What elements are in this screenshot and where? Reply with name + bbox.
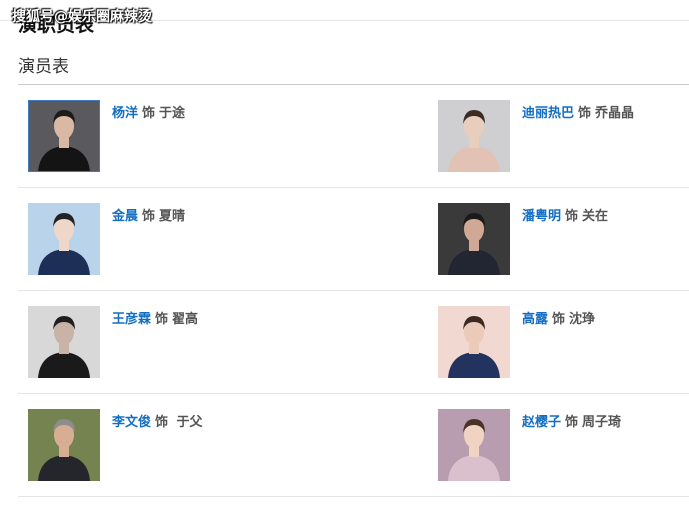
as-label: 饰 [578, 106, 592, 121]
cast-info: 金晨饰夏晴 [112, 205, 185, 275]
as-label: 饰 [142, 209, 156, 224]
cast-info: 迪丽热巴饰乔晶晶 [522, 102, 634, 172]
portrait-image [438, 100, 510, 172]
actor-photo[interactable] [28, 409, 100, 481]
as-label: 饰 [155, 415, 169, 430]
actor-photo[interactable] [438, 100, 510, 172]
portrait-image [28, 409, 100, 481]
portrait-image [28, 306, 100, 378]
role-name: 于途 [159, 106, 186, 121]
cast-item: 高露饰沈琤 [438, 306, 595, 378]
actor-name-link[interactable]: 迪丽热巴 [522, 106, 574, 121]
cast-row: 李文俊饰 于父 赵樱子饰周子琦 [18, 394, 689, 497]
actor-photo[interactable] [438, 306, 510, 378]
role-name: 关在 [582, 209, 609, 224]
actor-name-link[interactable]: 高露 [522, 312, 548, 327]
actor-photo[interactable] [28, 100, 100, 172]
cast-info: 李文俊饰 于父 [112, 411, 203, 481]
cast-row: 王彦霖饰翟高 高露饰沈琤 [18, 291, 689, 394]
cast-item: 赵樱子饰周子琦 [438, 409, 621, 481]
section-title: 演员表 [18, 57, 69, 77]
cast-item: 金晨饰夏晴 [28, 203, 185, 275]
cast-item: 迪丽热巴饰乔晶晶 [438, 100, 634, 172]
as-label: 饰 [155, 312, 169, 327]
as-label: 饰 [142, 106, 156, 121]
role-name: 于父 [172, 415, 203, 430]
cast-row: 杨洋饰于途 迪丽热巴饰乔晶晶 [18, 85, 689, 188]
role-name: 乔晶晶 [595, 106, 635, 121]
actor-photo[interactable] [438, 203, 510, 275]
cast-info: 杨洋饰于途 [112, 102, 185, 172]
actor-photo[interactable] [28, 306, 100, 378]
cast-item: 杨洋饰于途 [28, 100, 185, 172]
cast-item: 王彦霖饰翟高 [28, 306, 198, 378]
cast-info: 潘粤明饰关在 [522, 205, 608, 275]
role-name: 翟高 [172, 312, 199, 327]
cast-row: 金晨饰夏晴 潘粤明饰关在 [18, 188, 689, 291]
actor-name-link[interactable]: 潘粤明 [522, 209, 561, 224]
as-label: 饰 [552, 312, 566, 327]
watermark-text: 搜狐号@娱乐圈麻辣烫 [12, 9, 152, 25]
role-name: 夏晴 [159, 209, 186, 224]
portrait-image [28, 203, 100, 275]
cast-item: 潘粤明饰关在 [438, 203, 608, 275]
actor-name-link[interactable]: 杨洋 [112, 106, 138, 121]
portrait-image [438, 409, 510, 481]
cast-info: 王彦霖饰翟高 [112, 308, 198, 378]
portrait-image [438, 306, 510, 378]
as-label: 饰 [565, 209, 579, 224]
actor-name-link[interactable]: 金晨 [112, 209, 138, 224]
role-name: 沈琤 [569, 312, 596, 327]
portrait-image [28, 100, 100, 172]
portrait-image [438, 203, 510, 275]
cast-grid: 杨洋饰于途 迪丽热巴饰乔晶晶 金晨饰夏晴 潘粤明饰关在 王彦霖 饰 翟高 高露 … [18, 85, 689, 497]
cast-info: 高露饰沈琤 [522, 308, 595, 378]
actor-photo[interactable] [28, 203, 100, 275]
role-name: 周子琦 [582, 415, 622, 430]
cast-info: 赵樱子饰周子琦 [522, 411, 621, 481]
actor-name-link[interactable]: 李文俊 [112, 415, 151, 430]
actor-photo[interactable] [438, 409, 510, 481]
as-label: 饰 [565, 415, 579, 430]
actor-name-link[interactable]: 王彦霖 [112, 312, 151, 327]
actor-name-link[interactable]: 赵樱子 [522, 415, 561, 430]
cast-item: 李文俊饰 于父 [28, 409, 203, 481]
